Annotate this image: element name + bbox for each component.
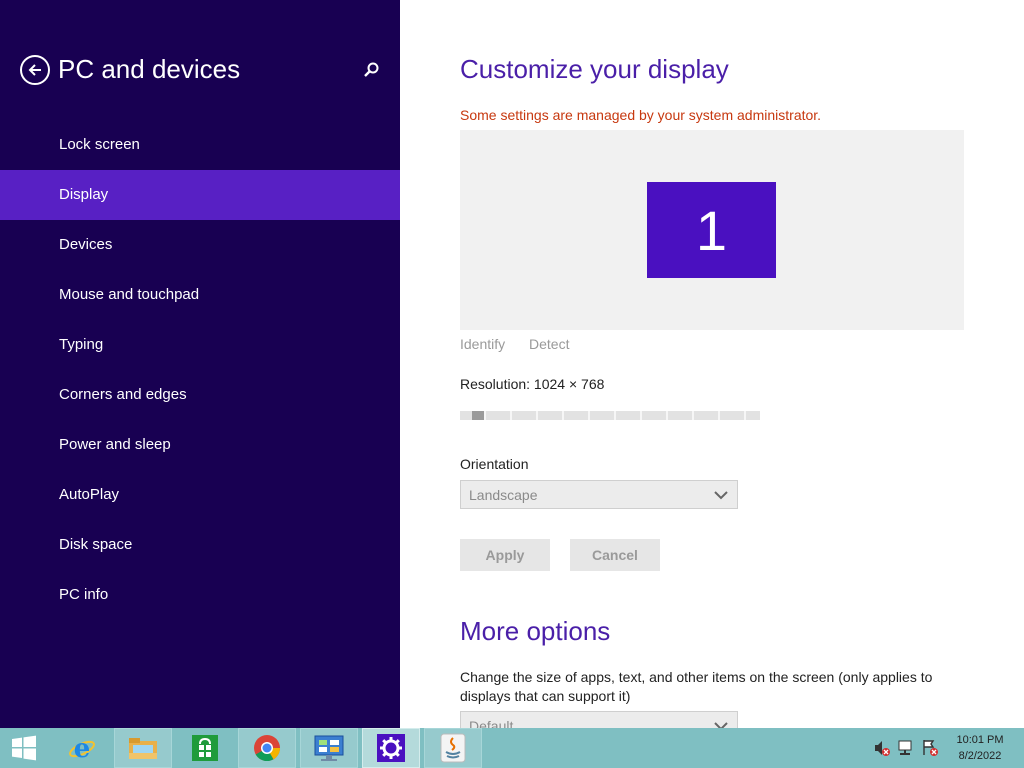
more-options-title: More options <box>460 616 611 646</box>
start-button[interactable] <box>0 728 48 768</box>
search-icon <box>364 62 379 77</box>
clock-date: 8/2/2022 <box>958 750 1002 762</box>
more-options-description: Change the size of apps, text, and other… <box>460 669 933 704</box>
admin-warning-text: Some settings are managed by your system… <box>460 107 822 123</box>
identify-button[interactable]: Identify <box>460 336 505 352</box>
taskbar-internet-explorer[interactable]: e <box>54 728 110 768</box>
nav-item-autoplay[interactable]: AutoPlay <box>0 470 400 520</box>
size-dropdown[interactable]: Default <box>460 711 738 728</box>
chevron-down-icon <box>714 491 728 500</box>
taskbar-pc-settings[interactable] <box>362 728 420 768</box>
nav-header: PC and devices <box>0 52 400 92</box>
windows-logo-icon <box>12 735 36 761</box>
orientation-label: Orientation <box>460 456 529 472</box>
detect-button[interactable]: Detect <box>529 336 569 352</box>
speaker-muted-icon[interactable] <box>872 738 892 758</box>
internet-explorer-icon: e <box>69 734 95 763</box>
gear-icon <box>377 734 405 762</box>
search-button[interactable] <box>362 60 382 80</box>
clock-time: 10:01 PM <box>956 734 1004 746</box>
taskbar-store[interactable] <box>176 728 234 768</box>
back-button[interactable] <box>20 55 50 85</box>
network-icon[interactable] <box>896 738 916 758</box>
resolution-slider[interactable] <box>460 411 760 420</box>
apply-button[interactable]: Apply <box>460 539 550 571</box>
taskbar-chrome[interactable] <box>238 728 296 768</box>
cancel-button[interactable]: Cancel <box>570 539 660 571</box>
nav-item-corners-and-edges[interactable]: Corners and edges <box>0 370 400 420</box>
control-panel-icon <box>314 735 344 761</box>
nav-item-display[interactable]: Display <box>0 170 400 220</box>
nav-item-disk-space[interactable]: Disk space <box>0 520 400 570</box>
monitor-arrangement-area: 1 <box>460 130 964 330</box>
system-tray <box>868 738 948 758</box>
taskbar-clock[interactable]: 10:01 PM 8/2/2022 <box>944 732 1016 764</box>
taskbar-java[interactable] <box>424 728 482 768</box>
nav-item-power-and-sleep[interactable]: Power and sleep <box>0 420 400 470</box>
arrow-left-circle-icon <box>28 64 41 76</box>
page-title: Customize your display <box>460 54 729 84</box>
store-icon <box>192 735 218 761</box>
nav-item-devices[interactable]: Devices <box>0 220 400 270</box>
java-icon <box>440 733 466 763</box>
taskbar-file-explorer[interactable] <box>114 728 172 768</box>
nav-item-pc-info[interactable]: PC info <box>0 570 400 620</box>
settings-nav-pane: PC and devices Lock screen Display Devic… <box>0 0 400 728</box>
nav-title: PC and devices <box>58 54 241 84</box>
nav-item-mouse-and-touchpad[interactable]: Mouse and touchpad <box>0 270 400 320</box>
chrome-icon <box>254 735 281 762</box>
monitor-tile[interactable]: 1 <box>647 182 776 278</box>
nav-list: Lock screen Display Devices Mouse and to… <box>0 120 400 620</box>
svg-text:e: e <box>74 734 91 763</box>
display-settings-pane: Customize your display Some settings are… <box>400 0 1024 728</box>
size-value: Default <box>469 718 514 728</box>
taskbar-control-panel[interactable] <box>300 728 358 768</box>
folder-icon <box>129 738 157 759</box>
nav-item-typing[interactable]: Typing <box>0 320 400 370</box>
orientation-dropdown[interactable]: Landscape <box>460 480 738 509</box>
chevron-down-icon <box>714 722 728 728</box>
orientation-value: Landscape <box>469 487 538 503</box>
resolution-label: Resolution: 1024 × 768 <box>460 376 605 392</box>
action-center-icon[interactable] <box>920 738 940 758</box>
taskbar: e 10:01 PM 8/2/2022 <box>0 728 1024 768</box>
nav-item-lock-screen[interactable]: Lock screen <box>0 120 400 170</box>
slider-thumb[interactable] <box>472 411 484 420</box>
